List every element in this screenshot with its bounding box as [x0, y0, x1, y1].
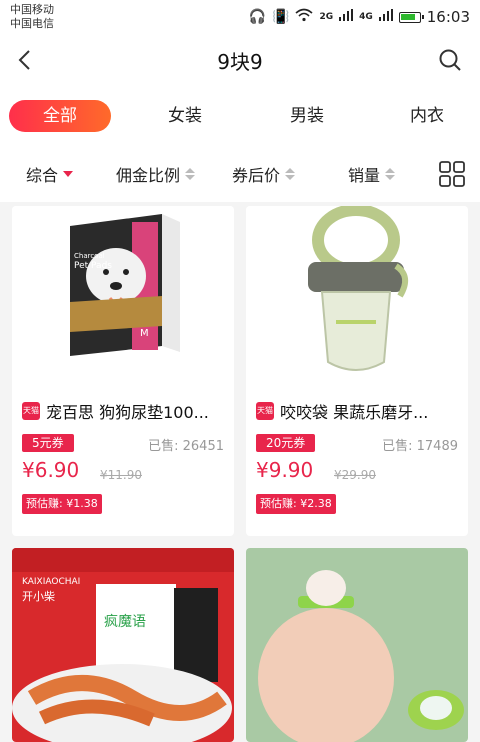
price: ¥9.90: [256, 458, 314, 482]
sort-arrows-icon: [185, 168, 196, 180]
pet-pads-brand-line: Charcoal: [74, 252, 105, 260]
tmall-badge: 天猫: [256, 402, 274, 420]
product-card[interactable]: Charcoal Pet Pads M 天猫 宠百思 狗狗尿垫100... 5元…: [12, 206, 234, 536]
product-image: Charcoal Pet Pads M: [12, 206, 234, 382]
product-card[interactable]: [246, 548, 468, 742]
network-4g-label: 4G: [359, 12, 373, 22]
grid-view-icon[interactable]: [438, 160, 466, 188]
original-price: ¥29.90: [334, 468, 376, 482]
sort-arrows-icon: [385, 168, 396, 180]
sort-sales[interactable]: 销量: [348, 162, 396, 186]
product-image: [246, 548, 468, 742]
status-bar: 中国移动 中国电信 🎧 📳 2G 4G 16:03: [0, 0, 480, 34]
sort-price[interactable]: 券后价: [232, 162, 296, 186]
product-title: 天猫 咬咬袋 果蔬乐磨牙...: [256, 400, 462, 422]
sold-count: 已售: 17489: [382, 439, 458, 454]
sort-commission-label: 佣金比例: [116, 166, 181, 185]
caret-down-icon: [63, 171, 74, 177]
tmall-badge: 天猫: [22, 402, 40, 420]
sort-sales-label: 销量: [348, 166, 381, 185]
pet-pads-size-label: M: [140, 328, 149, 339]
original-price: ¥11.90: [100, 468, 142, 482]
tab-men[interactable]: 男装: [262, 100, 352, 132]
page-title: 9块9: [217, 50, 263, 74]
estimated-earnings: 预估赚: ¥1.38: [22, 494, 102, 514]
product-image: [246, 206, 468, 382]
headset-icon: 🎧: [248, 9, 267, 25]
product-title-text: 咬咬袋 果蔬乐磨牙...: [280, 403, 429, 422]
signal-icon-2: [378, 9, 393, 25]
jerky-brand: KAIXIAOCHAI: [22, 577, 80, 587]
product-card[interactable]: 天猫 咬咬袋 果蔬乐磨牙... 20元券 已售: 17489 ¥9.90 ¥29…: [246, 206, 468, 536]
product-image: KAIXIAOCHAI 开小柴 疯魔语: [12, 548, 234, 742]
category-tabs: 全部 女装 男装 内衣: [0, 86, 480, 146]
pet-pads-title-line: Pet Pads: [74, 261, 112, 271]
tab-women[interactable]: 女装: [140, 100, 230, 132]
product-title: 天猫 宠百思 狗狗尿垫100...: [22, 400, 228, 422]
tab-all[interactable]: 全部: [9, 100, 111, 132]
status-icons: 🎧 📳 2G 4G 16:03: [249, 6, 470, 28]
sort-comprehensive[interactable]: 综合: [26, 162, 74, 186]
product-card[interactable]: KAIXIAOCHAI 开小柴 疯魔语: [12, 548, 234, 742]
search-icon[interactable]: [434, 44, 466, 76]
tab-underwear[interactable]: 内衣: [382, 100, 472, 132]
vibrate-icon: 📳: [272, 9, 290, 25]
coupon-badge: 20元券: [256, 434, 316, 452]
sold-count: 已售: 26451: [148, 439, 224, 454]
carrier-1: 中国移动: [10, 3, 54, 16]
status-time: 16:03: [426, 8, 470, 26]
wifi-icon: [295, 8, 313, 26]
carrier-2: 中国电信: [10, 17, 54, 30]
network-2g-label: 2G: [319, 12, 334, 22]
product-title-text: 宠百思 狗狗尿垫100...: [46, 403, 209, 422]
sort-price-label: 券后价: [232, 166, 281, 185]
jerky-bag-label: 疯魔语: [104, 614, 146, 630]
signal-icon: [339, 9, 354, 25]
estimated-earnings: 预估赚: ¥2.38: [256, 494, 336, 514]
battery-icon: [398, 11, 424, 23]
sort-comprehensive-label: 综合: [26, 166, 59, 185]
sort-commission[interactable]: 佣金比例: [116, 162, 196, 186]
jerky-brand-cn: 开小柴: [22, 589, 55, 603]
sort-arrows-icon: [285, 168, 296, 180]
price: ¥6.90: [22, 458, 80, 482]
sort-bar: 综合 佣金比例 券后价 销量: [0, 146, 480, 202]
header: 9块9: [0, 34, 480, 86]
coupon-badge: 5元券: [22, 434, 74, 452]
